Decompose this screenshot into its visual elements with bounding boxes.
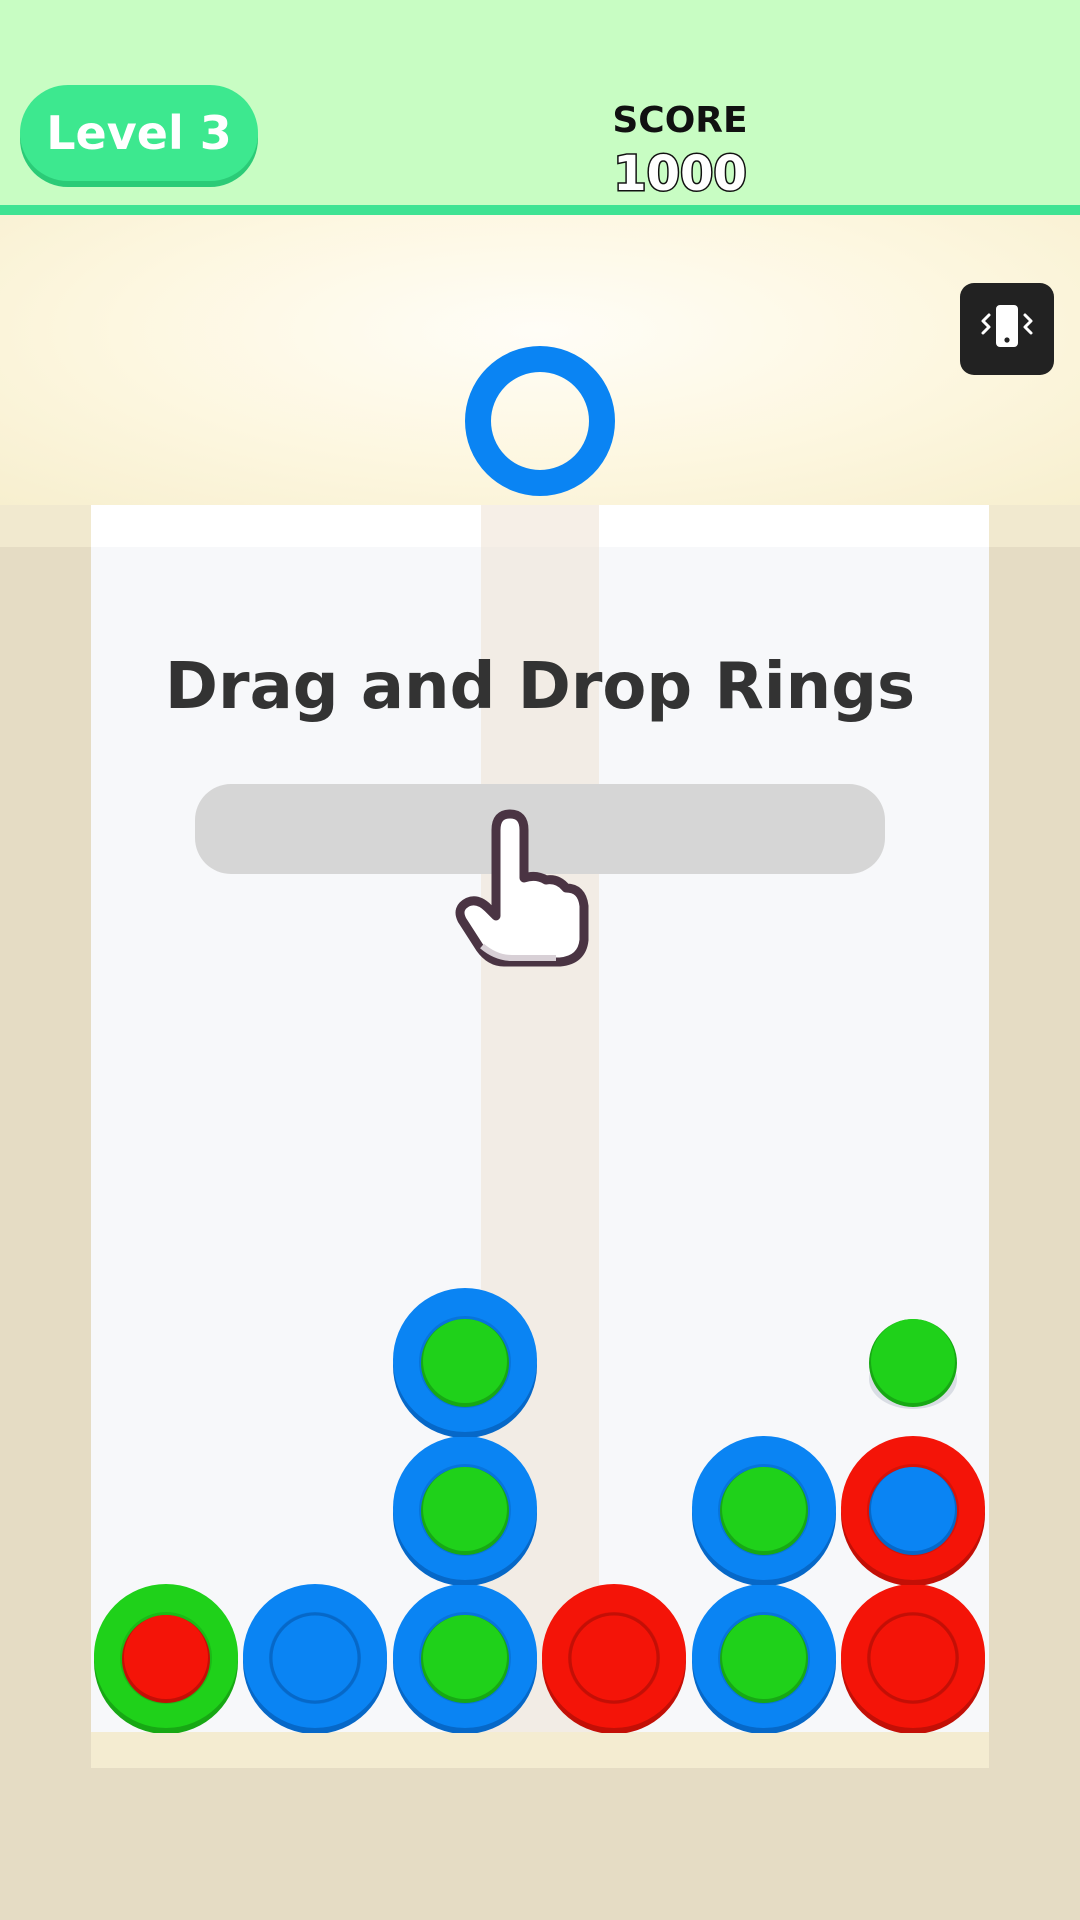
- ring-stack-col1-level1[interactable]: [91, 1583, 241, 1733]
- level-badge: Level 3: [20, 85, 258, 181]
- score-value: 1000: [612, 145, 749, 204]
- ring-stack-col3-level3[interactable]: [390, 1287, 540, 1437]
- ring-stack-col2-level1[interactable]: [240, 1583, 390, 1733]
- held-ring[interactable]: [465, 346, 615, 496]
- vibration-toggle-button[interactable]: [960, 283, 1054, 375]
- ring-stack-col4-level1[interactable]: [539, 1583, 689, 1733]
- board-bottom-strip: [91, 1732, 989, 1768]
- pointing-hand-icon: [455, 809, 589, 967]
- ring-stack-col5-level1[interactable]: [689, 1583, 839, 1733]
- ring-stack-col6-level3[interactable]: [838, 1287, 988, 1437]
- instruction-title: Drag and Drop Rings: [164, 650, 916, 724]
- score-label: SCORE: [612, 100, 748, 141]
- phone-vibrate-icon: [981, 305, 1033, 347]
- ring-stack-col3-level1[interactable]: [390, 1583, 540, 1733]
- ring-stack-col6-level1[interactable]: [838, 1583, 988, 1733]
- ring-stack-col5-level2[interactable]: [689, 1435, 839, 1585]
- ring-stack-col3-level2[interactable]: [390, 1435, 540, 1585]
- ring-stack-col6-level2[interactable]: [838, 1435, 988, 1585]
